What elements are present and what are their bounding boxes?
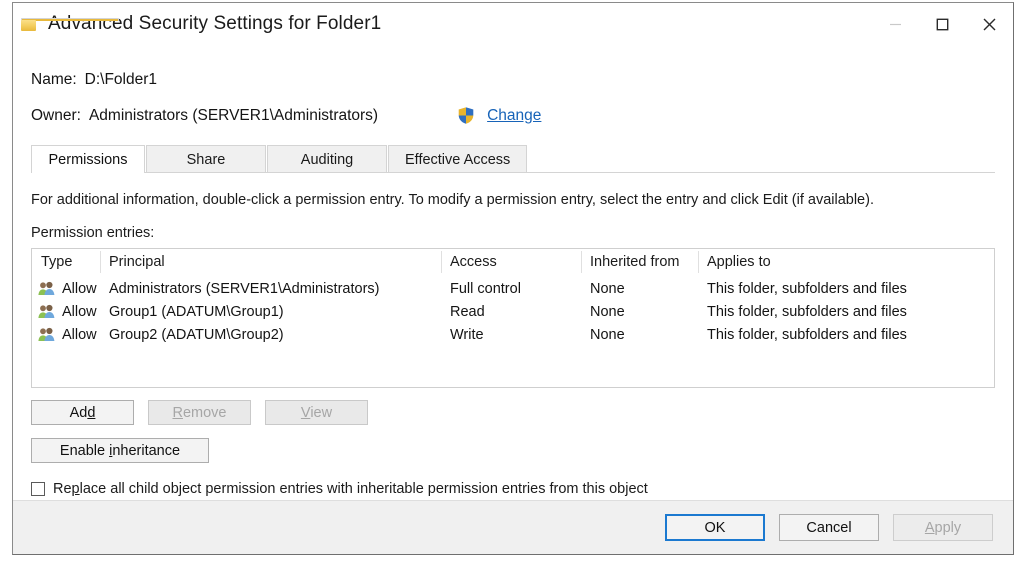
row-type-cell: Allow	[32, 327, 100, 343]
tab-auditing-label: Auditing	[301, 152, 353, 168]
tab-permissions-label: Permissions	[49, 152, 128, 168]
row-inherited-from: None	[581, 281, 698, 297]
permission-entries-list[interactable]: Type Principal Access Inherited from App…	[31, 248, 995, 388]
row-type-label: Allow	[62, 327, 97, 343]
row-type-label: Allow	[62, 281, 97, 297]
owner-value: Administrators (SERVER1\Administrators)	[89, 107, 378, 125]
view-button[interactable]: View	[265, 400, 368, 425]
owner-row: Owner: Administrators (SERVER1\Administr…	[31, 105, 995, 126]
name-label: Name:	[31, 71, 77, 89]
column-header-applies-to[interactable]: Applies to	[698, 249, 994, 275]
window-title: Advanced Security Settings for Folder1	[48, 13, 381, 35]
cancel-button[interactable]: Cancel	[779, 514, 879, 541]
row-access: Full control	[441, 281, 581, 297]
ok-button[interactable]: OK	[665, 514, 765, 541]
info-text: For additional information, double-click…	[31, 192, 995, 208]
user-group-icon	[38, 327, 55, 342]
folder-icon	[21, 18, 36, 31]
name-value: D:\Folder1	[85, 71, 157, 89]
replace-child-permissions-label: Replace all child object permission entr…	[53, 481, 648, 497]
row-applies-to: This folder, subfolders and files	[698, 327, 994, 343]
add-button[interactable]: Add	[31, 400, 134, 425]
title-bar: Advanced Security Settings for Folder1	[13, 3, 1013, 45]
tab-strip: Permissions Share Auditing Effective Acc…	[31, 145, 995, 173]
tab-permissions[interactable]: Permissions	[31, 145, 145, 173]
column-header-access[interactable]: Access	[441, 249, 581, 275]
uac-shield-icon	[456, 105, 476, 126]
row-principal: Group2 (ADATUM\Group2)	[100, 327, 441, 343]
dialog-body: Name: D:\Folder1 Owner: Administrators (…	[13, 45, 1013, 500]
dialog-footer: OK Cancel Apply	[13, 500, 1013, 554]
tab-share-label: Share	[187, 152, 226, 168]
permission-entries-label: Permission entries:	[31, 225, 995, 241]
table-row[interactable]: Allow Group2 (ADATUM\Group2) Write None …	[32, 323, 994, 346]
tab-effective-access[interactable]: Effective Access	[388, 145, 527, 173]
replace-child-permissions-row: Replace all child object permission entr…	[31, 481, 995, 497]
apply-button-label: Apply	[925, 520, 961, 536]
remove-button[interactable]: Remove	[148, 400, 251, 425]
advanced-security-settings-dialog: Advanced Security Settings for Folder1 N…	[12, 2, 1014, 555]
tab-share[interactable]: Share	[146, 145, 266, 173]
row-applies-to: This folder, subfolders and files	[698, 304, 994, 320]
tab-auditing[interactable]: Auditing	[267, 145, 387, 173]
remove-button-label: Remove	[172, 405, 226, 421]
view-button-label: View	[301, 405, 332, 421]
row-access: Read	[441, 304, 581, 320]
list-header: Type Principal Access Inherited from App…	[32, 249, 994, 275]
row-type-cell: Allow	[32, 304, 100, 320]
column-header-type[interactable]: Type	[32, 249, 100, 275]
replace-child-permissions-checkbox[interactable]	[31, 482, 45, 496]
list-rows: Allow Administrators (SERVER1\Administra…	[32, 275, 994, 346]
row-type-cell: Allow	[32, 281, 100, 297]
row-inherited-from: None	[581, 304, 698, 320]
user-group-icon	[38, 281, 55, 296]
row-type-label: Allow	[62, 304, 97, 320]
add-button-label: Add	[70, 405, 96, 421]
row-principal: Administrators (SERVER1\Administrators)	[100, 281, 441, 297]
minimize-icon[interactable]	[872, 3, 919, 45]
row-access: Write	[441, 327, 581, 343]
table-row[interactable]: Allow Group1 (ADATUM\Group1) Read None T…	[32, 300, 994, 323]
user-group-icon	[38, 304, 55, 319]
table-row[interactable]: Allow Administrators (SERVER1\Administra…	[32, 277, 994, 300]
change-owner-link[interactable]: Change	[487, 107, 541, 125]
owner-label: Owner:	[31, 107, 81, 125]
column-header-inherited-from[interactable]: Inherited from	[581, 249, 698, 275]
maximize-icon[interactable]	[919, 3, 966, 45]
close-icon[interactable]	[966, 3, 1013, 45]
caption-buttons	[872, 3, 1013, 45]
row-inherited-from: None	[581, 327, 698, 343]
enable-inheritance-label: Enable inheritance	[60, 443, 180, 459]
name-row: Name: D:\Folder1	[31, 71, 995, 89]
ok-button-label: OK	[705, 520, 726, 536]
entry-action-buttons: Add Remove View	[31, 400, 995, 425]
row-principal: Group1 (ADATUM\Group1)	[100, 304, 441, 320]
enable-inheritance-button[interactable]: Enable inheritance	[31, 438, 209, 463]
tab-effective-access-label: Effective Access	[405, 152, 510, 168]
cancel-button-label: Cancel	[806, 520, 851, 536]
apply-button[interactable]: Apply	[893, 514, 993, 541]
column-header-principal[interactable]: Principal	[100, 249, 441, 275]
row-applies-to: This folder, subfolders and files	[698, 281, 994, 297]
